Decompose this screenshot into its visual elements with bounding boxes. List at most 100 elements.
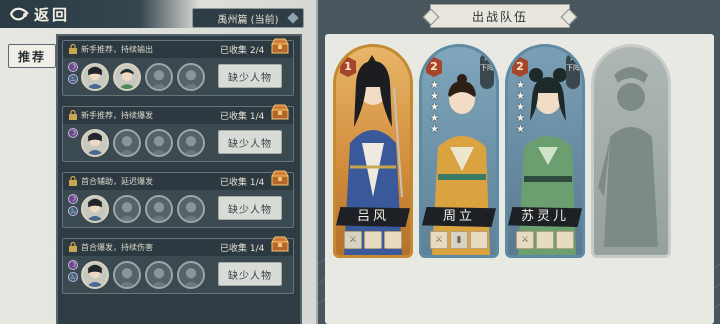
hero-avatar[interactable] bbox=[113, 63, 141, 91]
hero-name: 周立 bbox=[422, 207, 496, 227]
close-icon: ✕ bbox=[483, 54, 491, 64]
back-button[interactable]: 返回 bbox=[0, 0, 200, 28]
remove-label: 下阵 bbox=[566, 64, 580, 72]
card-header: 首合辅助，延迟爆发 已收集 1/4 bbox=[63, 170, 293, 190]
close-icon: ✕ bbox=[569, 54, 577, 64]
remove-hero-button[interactable]: ✕ 下阵 bbox=[480, 53, 494, 89]
equipment-slot[interactable] bbox=[536, 231, 554, 249]
remove-hero-button[interactable]: ✕ 下阵 bbox=[566, 53, 580, 89]
back-label: 返回 bbox=[34, 5, 71, 24]
hero-avatar[interactable] bbox=[177, 63, 205, 91]
card-title: 首合辅助，延迟爆发 bbox=[81, 177, 153, 186]
hero-avatar[interactable] bbox=[177, 129, 205, 157]
star-icon: ★ bbox=[516, 91, 525, 102]
element-badges: ☽ ♨ bbox=[68, 260, 78, 284]
element-badge: ♨ bbox=[68, 206, 78, 216]
element-badge: ☽ bbox=[68, 260, 78, 270]
chest-icon[interactable] bbox=[271, 236, 289, 252]
element-badge: ♨ bbox=[68, 272, 78, 282]
collected-count: 已收集 2/4 bbox=[220, 46, 265, 56]
card-title: 新手推荐，持续输出 bbox=[81, 45, 153, 54]
missing-heroes-button[interactable]: 缺少人物 bbox=[218, 64, 282, 88]
rank-badge: 1 bbox=[340, 57, 356, 77]
hero-avatar[interactable] bbox=[113, 195, 141, 223]
hero-name: 苏灵儿 bbox=[508, 207, 582, 227]
equipment-slot[interactable]: ⚔ bbox=[344, 231, 362, 249]
star-icon: ★ bbox=[430, 91, 439, 102]
equipment-slot[interactable]: ⚔ bbox=[516, 231, 534, 249]
card-title: 首合爆发，持续伤害 bbox=[81, 243, 153, 252]
diamond-icon bbox=[287, 12, 299, 24]
star-icon: ★ bbox=[430, 80, 439, 91]
hero-avatar[interactable] bbox=[145, 129, 173, 157]
lock-icon bbox=[69, 176, 77, 186]
star-rating: ★ ★ ★ ★ ★ bbox=[516, 81, 526, 136]
equipment-row: ⚔ ▮ bbox=[430, 231, 488, 249]
hero-avatar[interactable] bbox=[177, 195, 205, 223]
hero-name: 吕风 bbox=[336, 207, 410, 227]
missing-heroes-button[interactable]: 缺少人物 bbox=[218, 130, 282, 154]
back-arrow-icon bbox=[9, 7, 29, 21]
rank-badge: 2 bbox=[512, 57, 528, 77]
missing-heroes-button[interactable]: 缺少人物 bbox=[218, 196, 282, 220]
hero-avatar[interactable] bbox=[113, 129, 141, 157]
hero-avatar[interactable] bbox=[113, 261, 141, 289]
hero-slot[interactable]: 1 吕风 ⚔ bbox=[333, 44, 413, 258]
element-badge: ☽ bbox=[68, 62, 78, 72]
hero-avatar[interactable] bbox=[145, 261, 173, 289]
star-icon: ★ bbox=[516, 124, 525, 135]
card-header: 新手推荐，持续输出 已收集 2/4 bbox=[63, 38, 293, 58]
empty-hero-slot[interactable] bbox=[591, 44, 671, 258]
equipment-slot[interactable] bbox=[384, 231, 402, 249]
equipment-slot[interactable]: ⚔ bbox=[430, 231, 448, 249]
element-badges: ☽ ♨ bbox=[68, 194, 78, 218]
hero-avatar[interactable] bbox=[81, 63, 109, 91]
team-title: 出战队伍 bbox=[430, 4, 570, 28]
star-icon: ★ bbox=[516, 80, 525, 91]
chest-icon[interactable] bbox=[271, 104, 289, 120]
recommend-card: 新手推荐，持续爆发 已收集 1/4 ☽ 缺少人物 bbox=[62, 104, 294, 162]
hero-avatar[interactable] bbox=[177, 261, 205, 289]
star-rating: ★ ★ ★ ★ ★ bbox=[430, 81, 440, 136]
hero-avatar[interactable] bbox=[145, 63, 173, 91]
recommend-card: 新手推荐，持续输出 已收集 2/4 ☽ ♨ 缺少人物 bbox=[62, 38, 294, 96]
equipment-slot[interactable] bbox=[364, 231, 382, 249]
lock-icon bbox=[69, 44, 77, 54]
hero-slot[interactable]: 2 ★ ★ ★ ★ ★ ✕ 下阵 苏灵儿 ⚔ bbox=[505, 44, 585, 258]
chapter-label: 禹州篇 (当前) bbox=[217, 14, 279, 26]
missing-heroes-button[interactable]: 缺少人物 bbox=[218, 262, 282, 286]
equipment-row: ⚔ bbox=[516, 231, 574, 249]
remove-label: 下阵 bbox=[480, 64, 494, 72]
collected-count: 已收集 1/4 bbox=[220, 112, 265, 122]
element-badges: ☽ ♨ bbox=[68, 62, 78, 86]
chest-icon[interactable] bbox=[271, 170, 289, 186]
star-icon: ★ bbox=[516, 102, 525, 113]
chest-icon[interactable] bbox=[271, 38, 289, 54]
star-icon: ★ bbox=[430, 124, 439, 135]
hero-avatar[interactable] bbox=[81, 195, 109, 223]
chapter-selector[interactable]: 禹州篇 (当前) bbox=[192, 8, 304, 28]
equipment-row: ⚔ bbox=[344, 231, 402, 249]
card-header: 新手推荐，持续爆发 已收集 1/4 bbox=[63, 104, 293, 124]
hero-avatar[interactable] bbox=[81, 129, 109, 157]
element-badge: ♨ bbox=[68, 74, 78, 84]
equipment-slot[interactable] bbox=[556, 231, 574, 249]
hero-avatar[interactable] bbox=[145, 195, 173, 223]
card-title: 新手推荐，持续爆发 bbox=[81, 111, 153, 120]
collected-count: 已收集 1/4 bbox=[220, 244, 265, 254]
element-badge: ☽ bbox=[68, 194, 78, 204]
element-badge: ☽ bbox=[68, 128, 78, 138]
tab-recommend[interactable]: 推荐 bbox=[8, 44, 56, 68]
collected-count: 已收集 1/4 bbox=[220, 178, 265, 188]
hero-avatar[interactable] bbox=[81, 261, 109, 289]
star-icon: ★ bbox=[516, 113, 525, 124]
hero-slot[interactable]: 2 ★ ★ ★ ★ ★ ✕ 下阵 周立 ⚔ ▮ bbox=[419, 44, 499, 258]
lock-icon bbox=[69, 110, 77, 120]
recommend-card: 首合辅助，延迟爆发 已收集 1/4 ☽ ♨ 缺少人物 bbox=[62, 170, 294, 228]
star-icon: ★ bbox=[430, 102, 439, 113]
star-icon: ★ bbox=[430, 113, 439, 124]
silhouette-icon bbox=[598, 67, 658, 247]
element-badges: ☽ bbox=[68, 128, 78, 140]
equipment-slot[interactable] bbox=[470, 231, 488, 249]
equipment-slot[interactable]: ▮ bbox=[450, 231, 468, 249]
